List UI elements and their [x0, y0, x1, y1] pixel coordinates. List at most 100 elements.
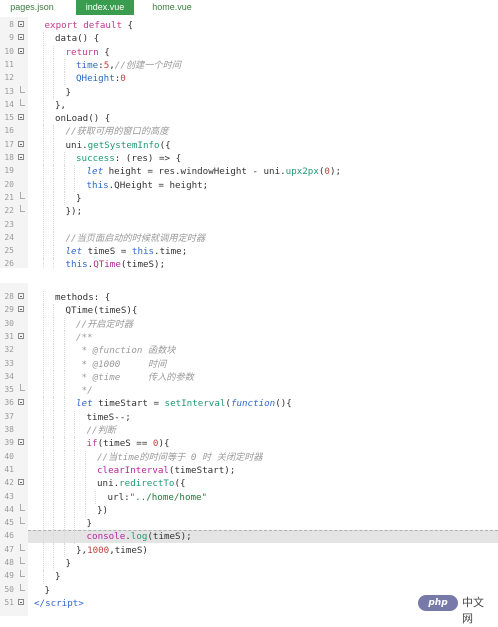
- code-line[interactable]: 8 export default {: [0, 19, 498, 32]
- code-line[interactable]: 35 */: [0, 384, 498, 398]
- line-number: 51: [4, 597, 14, 607]
- code-line[interactable]: 9 data() {: [0, 32, 498, 46]
- fold-toggle-icon[interactable]: [18, 399, 24, 406]
- code-line[interactable]: 19 let height = res.windowHeight - uni.up…: [0, 165, 498, 179]
- indent-guide: [63, 463, 65, 478]
- indent-guide: [63, 178, 65, 192]
- code-line[interactable]: 24 //当页面启动的时候就调用定时器: [0, 231, 498, 246]
- code-line[interactable]: 40 //当time的时间等于 0 时 关闭定时器: [0, 450, 498, 464]
- code-text: success: (res) => {: [76, 153, 182, 164]
- code-text: let timeStart = setInterval(function(){: [76, 398, 292, 410]
- fold-toggle-icon[interactable]: [18, 293, 24, 299]
- code-line[interactable]: 39 if(timeS == 0){: [0, 437, 498, 451]
- indent-guide: [42, 98, 44, 113]
- indent-guide: [74, 463, 75, 478]
- code-text: });: [65, 206, 83, 218]
- code-line[interactable]: 33 * @1000 时间: [0, 357, 498, 371]
- indent-guide: [53, 125, 54, 139]
- code-line[interactable]: 17 uni.getSystemInfo({: [0, 138, 498, 152]
- indent-guide: [42, 357, 44, 371]
- code-line[interactable]: 45}: [0, 517, 498, 531]
- fold-toggle-icon[interactable]: [18, 332, 24, 339]
- indent-guide: [74, 530, 75, 544]
- line-number: 18: [4, 153, 14, 162]
- code-line[interactable]: 36 let timeStart = setInterval(function()…: [0, 397, 498, 411]
- indent-guide: [53, 58, 54, 73]
- fold-toggle-icon[interactable]: [18, 439, 24, 446]
- code-line[interactable]: 49}: [0, 570, 498, 584]
- code-line[interactable]: 34 * @time 传入的参数: [0, 370, 498, 385]
- fold-end-marker-icon: [20, 191, 25, 199]
- fold-toggle-icon[interactable]: [18, 154, 24, 160]
- code-line[interactable]: 16 //获取可用的窗口的高度: [0, 125, 498, 139]
- code-line[interactable]: 46 console.log(timeS);: [0, 530, 498, 544]
- indent-guide: [42, 218, 44, 232]
- code-line[interactable]: 38 //判断: [0, 424, 498, 438]
- code-text: }: [65, 86, 72, 98]
- indent-guide: [53, 543, 54, 557]
- watermark: php 中文网: [416, 592, 494, 625]
- code-line[interactable]: 25 let timeS = this.time;: [0, 245, 498, 259]
- line-number: 8: [9, 20, 14, 29]
- code-line[interactable]: 29 QTime(timeS){: [0, 304, 498, 318]
- code-line[interactable]: 14},: [0, 98, 498, 113]
- indent-guide: [74, 477, 75, 491]
- indent-guide: [42, 330, 44, 345]
- indent-guide: [42, 410, 44, 424]
- indent-guide: [74, 517, 75, 531]
- code-text: //当页面启动的时候就调用定时器: [65, 232, 206, 244]
- indent-guide: [53, 557, 54, 571]
- line-number: 39: [4, 438, 14, 448]
- code-line[interactable]: 18 success: (res) => {: [0, 152, 498, 166]
- indent-guide: [74, 437, 75, 451]
- code-line[interactable]: 15 onLoad() {: [0, 112, 498, 126]
- indent-guide: [63, 503, 65, 518]
- tab-home-vue[interactable]: home.vue: [140, 0, 204, 15]
- fold-toggle-icon[interactable]: [18, 34, 24, 41]
- code-line[interactable]: 20 this.QHeight = height;: [0, 178, 498, 192]
- tab-pages-json[interactable]: pages.json: [0, 0, 64, 15]
- code-text: QTime(timeS){: [65, 305, 138, 317]
- code-line[interactable]: 31 /**: [0, 330, 498, 345]
- code-line[interactable]: 12 QHeight:0: [0, 72, 498, 86]
- indent-guide: [63, 530, 65, 544]
- indent-guide: [42, 125, 44, 139]
- code-line[interactable]: 47},1000,timeS): [0, 543, 498, 557]
- code-text: uni.getSystemInfo({: [65, 139, 171, 151]
- code-line[interactable]: 43 url:"../home/home": [0, 490, 498, 504]
- indent-guide: [42, 72, 44, 86]
- indent-guide: [53, 304, 54, 318]
- fold-toggle-icon[interactable]: [18, 47, 24, 54]
- code-line[interactable]: 32 * @function 函数块: [0, 344, 498, 358]
- indent-guide: [74, 165, 75, 179]
- indent-guide: [42, 557, 44, 571]
- fold-toggle-icon[interactable]: [18, 140, 24, 147]
- tab-index-vue[interactable]: index.vue: [76, 0, 134, 15]
- code-line[interactable]: 48}: [0, 557, 498, 571]
- code-line[interactable]: 42 uni.redirectTo({: [0, 477, 498, 491]
- code-line[interactable]: 13}: [0, 85, 498, 99]
- code-line[interactable]: 11 time:5,//创建一个时间: [0, 58, 498, 73]
- code-line[interactable]: 26 this.QTime(timeS);: [0, 258, 498, 268]
- code-line[interactable]: 23: [0, 218, 498, 232]
- code-line[interactable]: 30 //开启定时器: [0, 317, 498, 331]
- fold-toggle-icon[interactable]: [18, 21, 24, 27]
- line-number: 21: [4, 192, 14, 202]
- code-text: export default {: [44, 20, 134, 31]
- line-number: 26: [4, 259, 14, 268]
- code-line[interactable]: 10 return {: [0, 45, 498, 59]
- fold-toggle-icon[interactable]: [18, 114, 24, 121]
- code-line[interactable]: 37 timeS--;: [0, 410, 498, 424]
- code-line[interactable]: 44}): [0, 503, 498, 518]
- code-line[interactable]: 22});: [0, 205, 498, 219]
- indent-guide: [53, 258, 54, 268]
- code-line[interactable]: 28 methods: {: [0, 291, 498, 305]
- line-number: 16: [4, 126, 14, 136]
- indent-guide: [42, 191, 44, 206]
- fold-toggle-icon[interactable]: [18, 479, 24, 486]
- fold-toggle-icon[interactable]: [18, 306, 24, 313]
- indent-guide: [74, 490, 75, 504]
- fold-toggle-icon[interactable]: [18, 598, 24, 605]
- code-line[interactable]: 41 clearInterval(timeStart);: [0, 463, 498, 478]
- code-line[interactable]: 21}: [0, 191, 498, 206]
